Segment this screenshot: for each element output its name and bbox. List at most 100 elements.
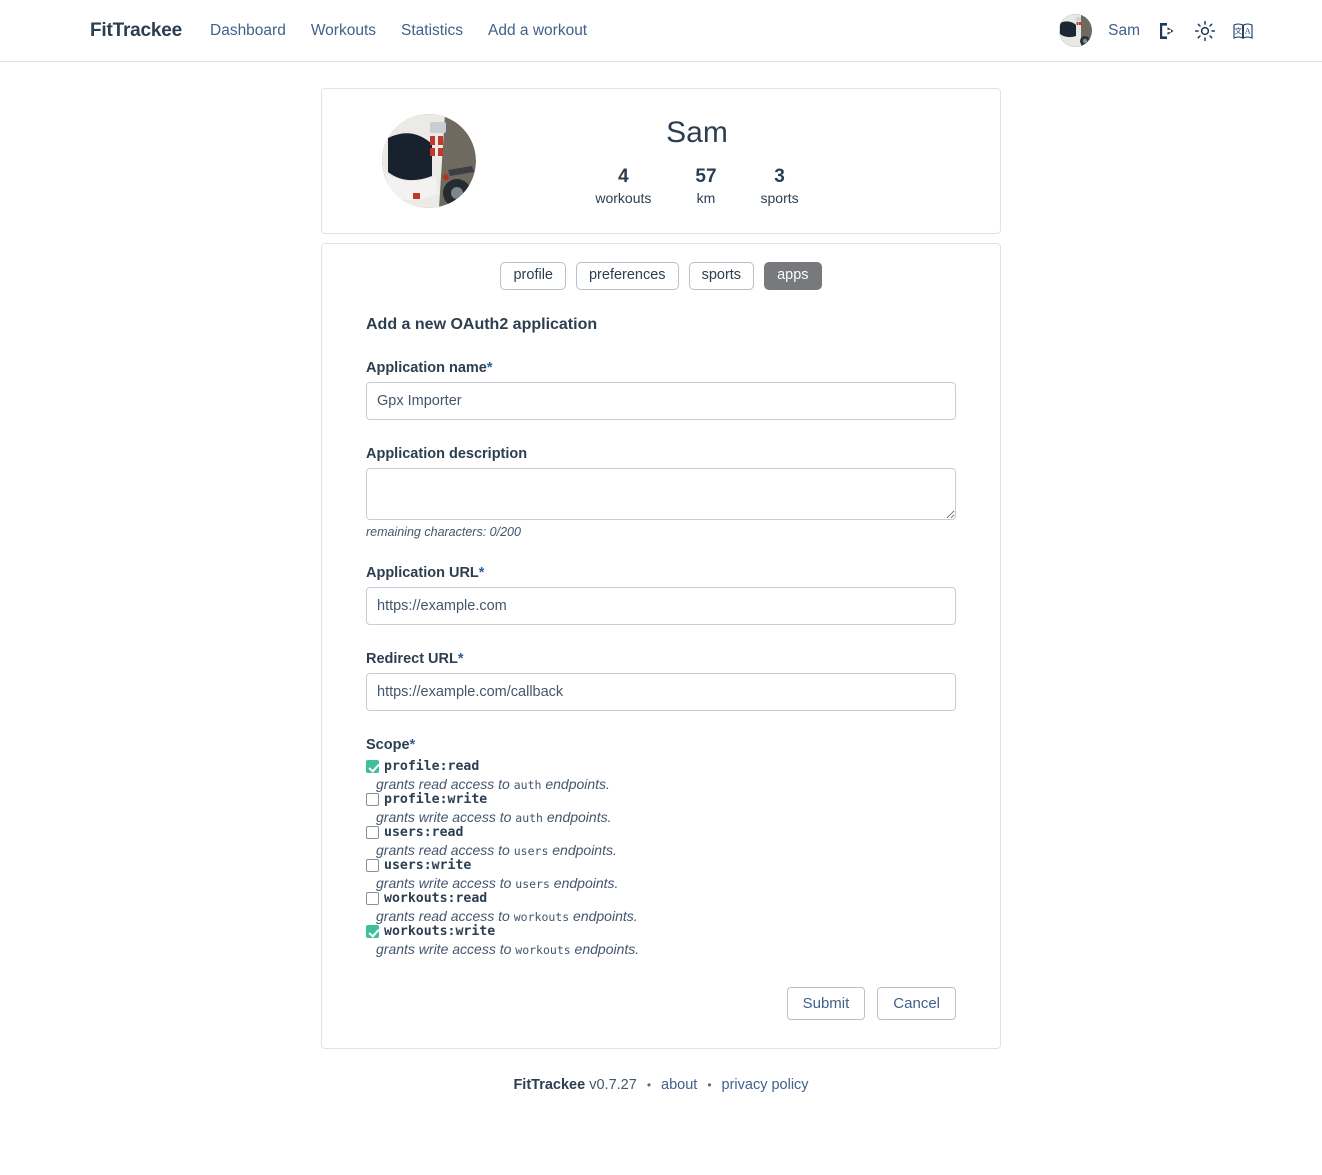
- form-actions: Submit Cancel: [366, 987, 956, 1021]
- endpoint-code: workouts: [513, 910, 570, 925]
- svg-text:文: 文: [1234, 25, 1242, 35]
- required-marker: *: [478, 565, 485, 582]
- scope-row: workouts:write: [366, 924, 956, 939]
- stat-workouts-value: 4: [618, 166, 629, 188]
- field-redirect-url: Redirect URL*: [366, 651, 956, 712]
- redirect-url-label: Redirect URL*: [366, 651, 464, 668]
- scope-name-workouts-write[interactable]: workouts:write: [384, 924, 495, 939]
- scope-row: users:read: [366, 825, 956, 840]
- scope-checkbox-profile-write[interactable]: [366, 793, 379, 807]
- logout-icon[interactable]: [1156, 20, 1178, 42]
- field-application-name: Application name*: [366, 360, 956, 421]
- tab-preferences[interactable]: preferences: [575, 262, 679, 291]
- endpoint-code: users: [513, 844, 549, 859]
- scope-item-users-read: users:read grants read access to users e…: [366, 825, 956, 858]
- endpoint-code: auth: [513, 778, 542, 793]
- scope-name-users-write[interactable]: users:write: [384, 858, 471, 873]
- application-name-label: Application name*: [366, 360, 493, 377]
- stat-workouts-label: workouts: [595, 189, 652, 206]
- field-application-description: Application description remaining charac…: [366, 446, 956, 539]
- scope-checkbox-users-write[interactable]: [366, 859, 379, 873]
- scope-description-users-read: grants read access to users endpoints.: [376, 842, 617, 859]
- scope-name-profile-read[interactable]: profile:read: [384, 759, 479, 774]
- page-footer: FitTrackee v0.7.27 • about • privacy pol…: [513, 1077, 808, 1093]
- svg-text:A: A: [1245, 26, 1251, 35]
- field-scope: Scope*: [366, 737, 956, 753]
- scope-row: profile:write: [366, 792, 956, 807]
- footer-link-about[interactable]: about: [661, 1077, 697, 1093]
- scope-item-profile-read: profile:read grants read access to auth …: [366, 759, 956, 792]
- scope-checkbox-profile-read[interactable]: [366, 760, 379, 774]
- stat-sports-label: sports: [760, 189, 799, 206]
- stat-distance-value: 57: [695, 166, 717, 188]
- user-summary-card: Sam 4 workouts 57 km 3 sports: [321, 88, 1001, 234]
- sun-icon[interactable]: [1194, 20, 1216, 42]
- scope-checkbox-workouts-read[interactable]: [366, 892, 379, 906]
- scope-item-workouts-read: workouts:read grants read access to work…: [366, 891, 956, 924]
- scope-item-users-write: users:write grants write access to users…: [366, 858, 956, 891]
- scope-name-workouts-read[interactable]: workouts:read: [384, 891, 487, 906]
- footer-link-privacy-policy[interactable]: privacy policy: [722, 1077, 809, 1093]
- stat-sports-value: 3: [774, 166, 785, 188]
- remaining-characters-hint: remaining characters: 0/200: [366, 525, 521, 540]
- footer-app-version: FitTrackee v0.7.27: [513, 1077, 636, 1093]
- oauth2-form-card: profile preferences sports apps Add a ne…: [321, 243, 1001, 1050]
- endpoint-code: workouts: [515, 943, 571, 958]
- scope-name-profile-write[interactable]: profile:write: [384, 792, 487, 807]
- scope-row: users:write: [366, 858, 956, 873]
- scope-description-users-write: grants write access to users endpoints.: [376, 875, 619, 892]
- scope-description-profile-write: grants write access to auth endpoints.: [376, 809, 612, 826]
- language-icon[interactable]: 文 A: [1232, 20, 1254, 42]
- nav-link-add-a-workout[interactable]: Add a workout: [488, 22, 587, 40]
- page-container: Sam 4 workouts 57 km 3 sports profile pr…: [0, 62, 1322, 1093]
- user-avatar[interactable]: [382, 114, 476, 208]
- stat-distance: 57 km: [695, 164, 716, 206]
- application-url-label: Application URL*: [366, 565, 485, 582]
- tab-sports[interactable]: sports: [688, 262, 755, 291]
- nav-link-statistics[interactable]: Statistics: [401, 22, 463, 40]
- nav-link-workouts[interactable]: Workouts: [311, 22, 376, 40]
- user-stats: 4 workouts 57 km 3 sports: [595, 164, 798, 206]
- stat-sports: 3 sports: [761, 164, 799, 206]
- scope-list: profile:read grants read access to auth …: [366, 759, 956, 957]
- footer-separator: •: [707, 1078, 712, 1093]
- scope-name-users-read[interactable]: users:read: [384, 825, 463, 840]
- stat-distance-label: km: [696, 189, 716, 206]
- top-navbar: FitTrackee Dashboard Workouts Statistics…: [0, 0, 1322, 62]
- application-name-input[interactable]: [366, 382, 956, 421]
- required-marker: *: [457, 651, 464, 668]
- scope-row: profile:read: [366, 759, 956, 774]
- scope-checkbox-users-read[interactable]: [366, 826, 379, 840]
- footer-separator: •: [646, 1078, 652, 1093]
- scope-label: Scope*: [366, 737, 416, 754]
- footer-version: v0.7.27: [589, 1077, 637, 1094]
- tab-profile[interactable]: profile: [500, 262, 566, 291]
- scope-checkbox-workouts-write[interactable]: [366, 925, 379, 939]
- redirect-url-input[interactable]: [366, 673, 956, 712]
- brand-logo[interactable]: FitTrackee: [90, 20, 182, 42]
- footer-app-name: FitTrackee: [513, 1077, 586, 1094]
- tab-apps[interactable]: apps: [764, 262, 822, 291]
- form-heading: Add a new OAuth2 application: [366, 316, 598, 334]
- application-description-textarea[interactable]: [366, 468, 956, 521]
- submit-button[interactable]: Submit: [786, 987, 866, 1021]
- profile-tabs: profile preferences sports apps: [344, 262, 978, 291]
- nav-links: Dashboard Workouts Statistics Add a work…: [210, 22, 587, 40]
- stat-workouts: 4 workouts: [595, 164, 651, 206]
- nav-username[interactable]: Sam: [1108, 22, 1140, 40]
- scope-description-workouts-write: grants write access to workouts endpoint…: [376, 941, 640, 958]
- required-marker: *: [486, 360, 493, 377]
- nav-right-group: Sam 文 A: [1059, 14, 1254, 47]
- avatar[interactable]: [1059, 14, 1093, 47]
- page-title: Sam: [666, 116, 728, 150]
- endpoint-code: users: [515, 877, 550, 892]
- scope-item-profile-write: profile:write grants write access to aut…: [366, 792, 956, 825]
- cancel-button[interactable]: Cancel: [877, 987, 956, 1021]
- application-url-input[interactable]: [366, 587, 956, 626]
- scope-description-profile-read: grants read access to auth endpoints.: [376, 776, 610, 793]
- nav-link-dashboard[interactable]: Dashboard: [210, 22, 286, 40]
- scope-item-workouts-write: workouts:write grants write access to wo…: [366, 924, 956, 957]
